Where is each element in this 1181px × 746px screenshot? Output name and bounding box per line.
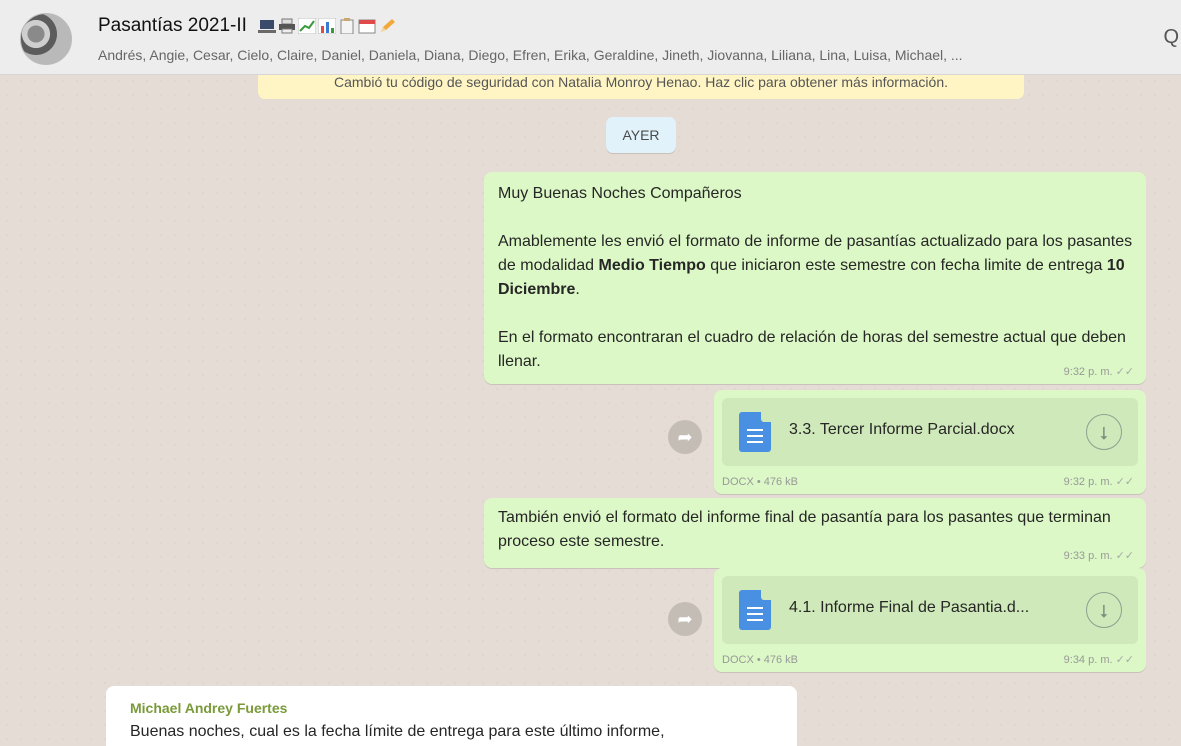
pencil-icon	[378, 18, 396, 34]
formato-paragraph: Amablemente les envió el formato de info…	[498, 233, 1133, 298]
document-card[interactable]: 3.3. Tercer Informe Parcial.docx ⭣	[722, 398, 1138, 466]
message-list[interactable]: Cambió tu código de seguridad con Natali…	[0, 68, 1181, 746]
participants-list: Andrés, Angie, Cesar, Cielo, Claire, Dan…	[98, 47, 963, 63]
document-name: 3.3. Tercer Informe Parcial.docx	[789, 421, 1015, 438]
trend-chart-icon	[297, 17, 317, 35]
docx-file-icon	[739, 412, 771, 452]
message-time: 9:33 p. m. ✓✓	[1063, 550, 1134, 562]
message-time: 9:34 p. m. ✓✓	[1063, 654, 1134, 666]
document-name: 4.1. Informe Final de Pasantia.d...	[789, 599, 1030, 616]
greeting-line: Muy Buenas Noches Compañeros	[498, 185, 742, 202]
double-check-icon: ✓✓	[1115, 654, 1134, 666]
message-text: Muy Buenas Noches Compañeros Amablemente…	[498, 182, 1134, 374]
double-check-icon: ✓✓	[1115, 366, 1134, 378]
day-divider: AYER	[606, 117, 676, 153]
download-icon[interactable]: ⭣	[1086, 592, 1122, 628]
sender-name[interactable]: Michael Andrey Fuertes	[130, 700, 287, 716]
search-icon[interactable]: Q	[1163, 26, 1179, 49]
message-text: También envió el formato del informe fin…	[498, 509, 1111, 550]
group-avatar[interactable]	[20, 13, 72, 65]
document-card[interactable]: 4.1. Informe Final de Pasantia.d... ⭣	[722, 576, 1138, 644]
outgoing-message[interactable]: También envió el formato del informe fin…	[484, 498, 1146, 568]
download-icon[interactable]: ⭣	[1086, 414, 1122, 450]
cuadro-paragraph: En el formato encontraran el cuadro de r…	[498, 329, 1126, 370]
bar-chart-icon	[317, 17, 337, 35]
clipboard-icon	[338, 17, 356, 35]
outgoing-message[interactable]: Muy Buenas Noches Compañeros Amablemente…	[484, 172, 1146, 384]
double-check-icon: ✓✓	[1115, 476, 1134, 488]
message-text: Buenas noches, cual es la fecha límite d…	[130, 723, 665, 740]
group-title[interactable]: Pasantías 2021-II	[98, 15, 396, 37]
document-meta: DOCX • 476 kB	[722, 476, 798, 488]
document-message[interactable]: 3.3. Tercer Informe Parcial.docx ⭣ DOCX …	[714, 390, 1146, 494]
calendar-icon	[358, 18, 376, 34]
group-name: Pasantías 2021-II	[98, 15, 247, 36]
chat-window: Pasantías 2021-II Andrés, Angie, Cesar, …	[0, 0, 1181, 746]
title-emoji-group	[258, 17, 396, 35]
forward-icon[interactable]: ➦	[668, 420, 702, 454]
double-check-icon: ✓✓	[1115, 550, 1134, 562]
docx-file-icon	[739, 590, 771, 630]
document-message[interactable]: 4.1. Informe Final de Pasantia.d... ⭣ DO…	[714, 568, 1146, 672]
message-time: 9:32 p. m. ✓✓	[1063, 476, 1134, 488]
incoming-message[interactable]: Michael Andrey Fuertes Buenas noches, cu…	[106, 686, 797, 746]
document-meta: DOCX • 476 kB	[722, 654, 798, 666]
bold-modalidad: Medio Tiempo	[598, 257, 706, 274]
printer-icon	[278, 18, 296, 34]
laptop-icon	[258, 18, 277, 34]
chat-header[interactable]: Pasantías 2021-II Andrés, Angie, Cesar, …	[0, 0, 1181, 75]
message-time: 9:32 p. m. ✓✓	[1063, 366, 1134, 378]
forward-icon[interactable]: ➦	[668, 602, 702, 636]
